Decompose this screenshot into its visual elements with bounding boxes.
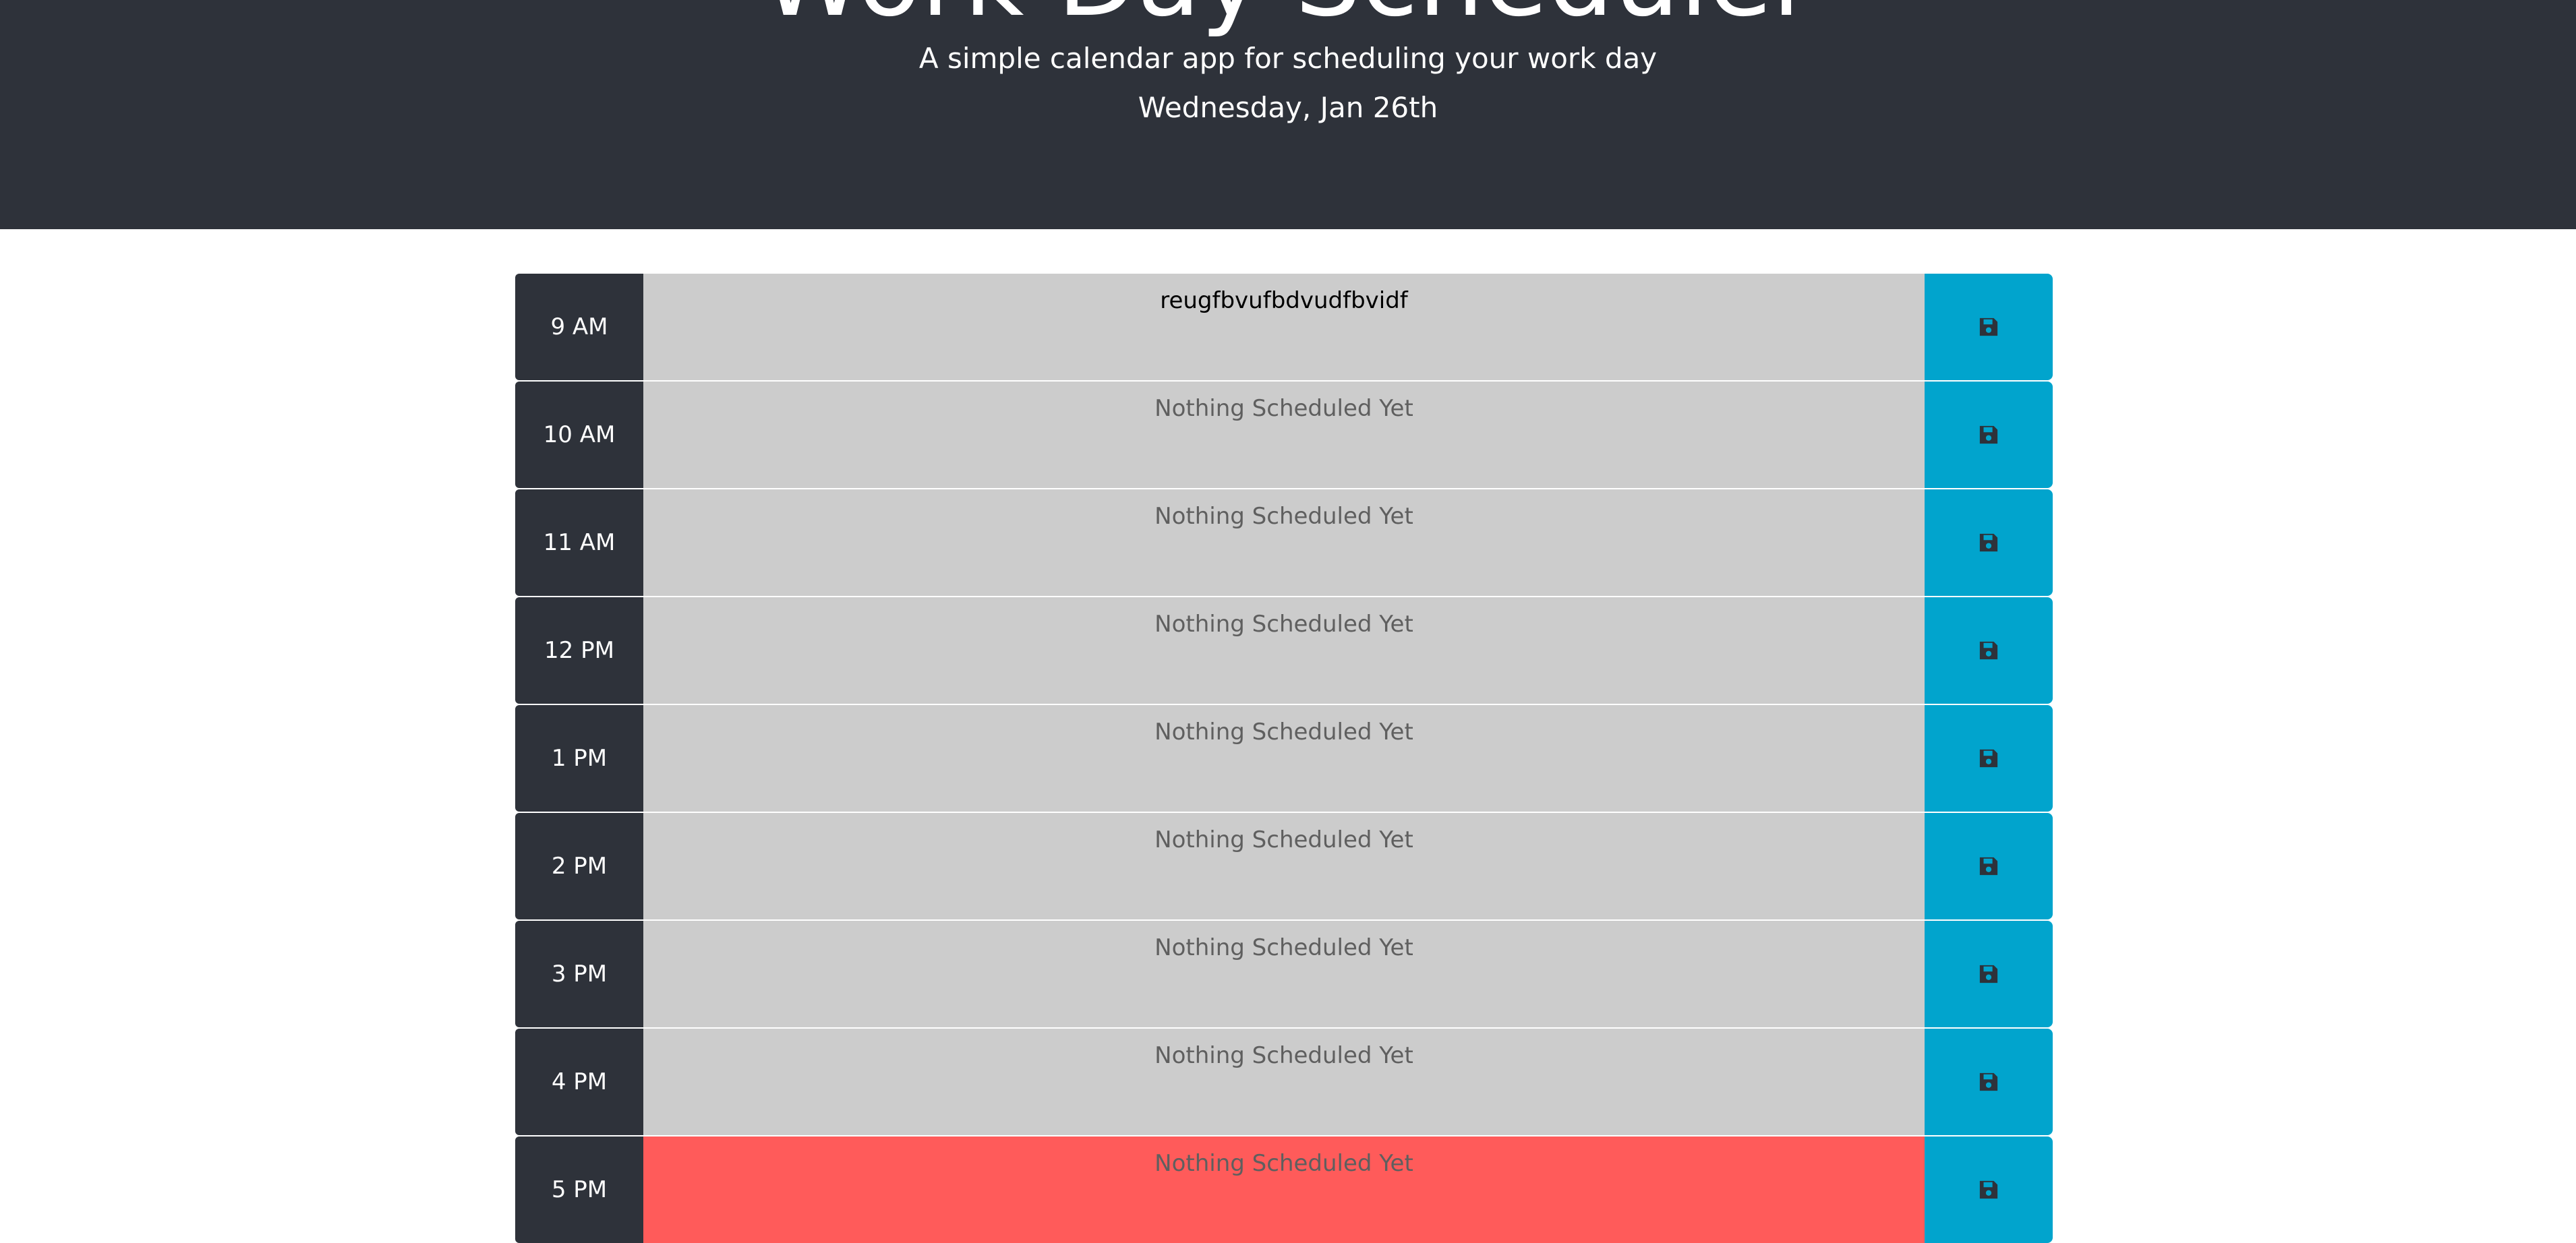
time-block: 3 PM Nothing Scheduled Yet: [515, 921, 2053, 1027]
save-button[interactable]: [1925, 1136, 2053, 1243]
time-block: 9 AM reugfbvufbdvudfbvidf: [515, 274, 2053, 380]
time-block: 5 PM Nothing Scheduled Yet: [515, 1136, 2053, 1243]
description-field[interactable]: Nothing Scheduled Yet: [643, 1029, 1925, 1135]
save-button[interactable]: [1925, 921, 2053, 1027]
hour-label: 10 AM: [515, 382, 643, 488]
save-button[interactable]: [1925, 597, 2053, 704]
description-field[interactable]: Nothing Scheduled Yet: [643, 382, 1925, 488]
floppy-disk-icon: [1979, 533, 1999, 553]
hour-label: 12 PM: [515, 597, 643, 704]
time-block: 2 PM Nothing Scheduled Yet: [515, 813, 2053, 919]
description-field[interactable]: reugfbvufbdvudfbvidf: [643, 274, 1925, 380]
time-block: 10 AM Nothing Scheduled Yet: [515, 382, 2053, 488]
save-button[interactable]: [1925, 489, 2053, 596]
hour-label: 11 AM: [515, 489, 643, 596]
page-header: Work Day Scheduler A simple calendar app…: [0, 0, 2576, 229]
hour-label: 3 PM: [515, 921, 643, 1027]
save-button[interactable]: [1925, 382, 2053, 488]
hour-label: 5 PM: [515, 1136, 643, 1243]
description-field[interactable]: Nothing Scheduled Yet: [643, 921, 1925, 1027]
page-title: Work Day Scheduler: [0, 0, 2576, 34]
page-subtitle: A simple calendar app for scheduling you…: [918, 42, 1658, 75]
floppy-disk-icon: [1979, 317, 1999, 337]
description-field[interactable]: Nothing Scheduled Yet: [643, 1136, 1925, 1243]
description-field[interactable]: Nothing Scheduled Yet: [643, 597, 1925, 704]
save-button[interactable]: [1925, 705, 2053, 812]
floppy-disk-icon: [1979, 748, 1999, 768]
hour-label: 1 PM: [515, 705, 643, 812]
time-block: 12 PM Nothing Scheduled Yet: [515, 597, 2053, 704]
description-field[interactable]: Nothing Scheduled Yet: [643, 705, 1925, 812]
floppy-disk-icon: [1979, 1072, 1999, 1092]
time-block: 1 PM Nothing Scheduled Yet: [515, 705, 2053, 812]
floppy-disk-icon: [1979, 856, 1999, 876]
save-button[interactable]: [1925, 274, 2053, 380]
time-block: 11 AM Nothing Scheduled Yet: [515, 489, 2053, 596]
hour-label: 9 AM: [515, 274, 643, 380]
floppy-disk-icon: [1979, 425, 1999, 445]
description-field[interactable]: Nothing Scheduled Yet: [643, 813, 1925, 919]
save-button[interactable]: [1925, 813, 2053, 919]
hour-label: 2 PM: [515, 813, 643, 919]
description-field[interactable]: Nothing Scheduled Yet: [643, 489, 1925, 596]
floppy-disk-icon: [1979, 640, 1999, 661]
save-button[interactable]: [1925, 1029, 2053, 1135]
time-block: 4 PM Nothing Scheduled Yet: [515, 1029, 2053, 1135]
floppy-disk-icon: [1979, 1180, 1999, 1200]
hour-label: 4 PM: [515, 1029, 643, 1135]
current-date: Wednesday, Jan 26th: [1138, 91, 1438, 124]
floppy-disk-icon: [1979, 964, 1999, 984]
